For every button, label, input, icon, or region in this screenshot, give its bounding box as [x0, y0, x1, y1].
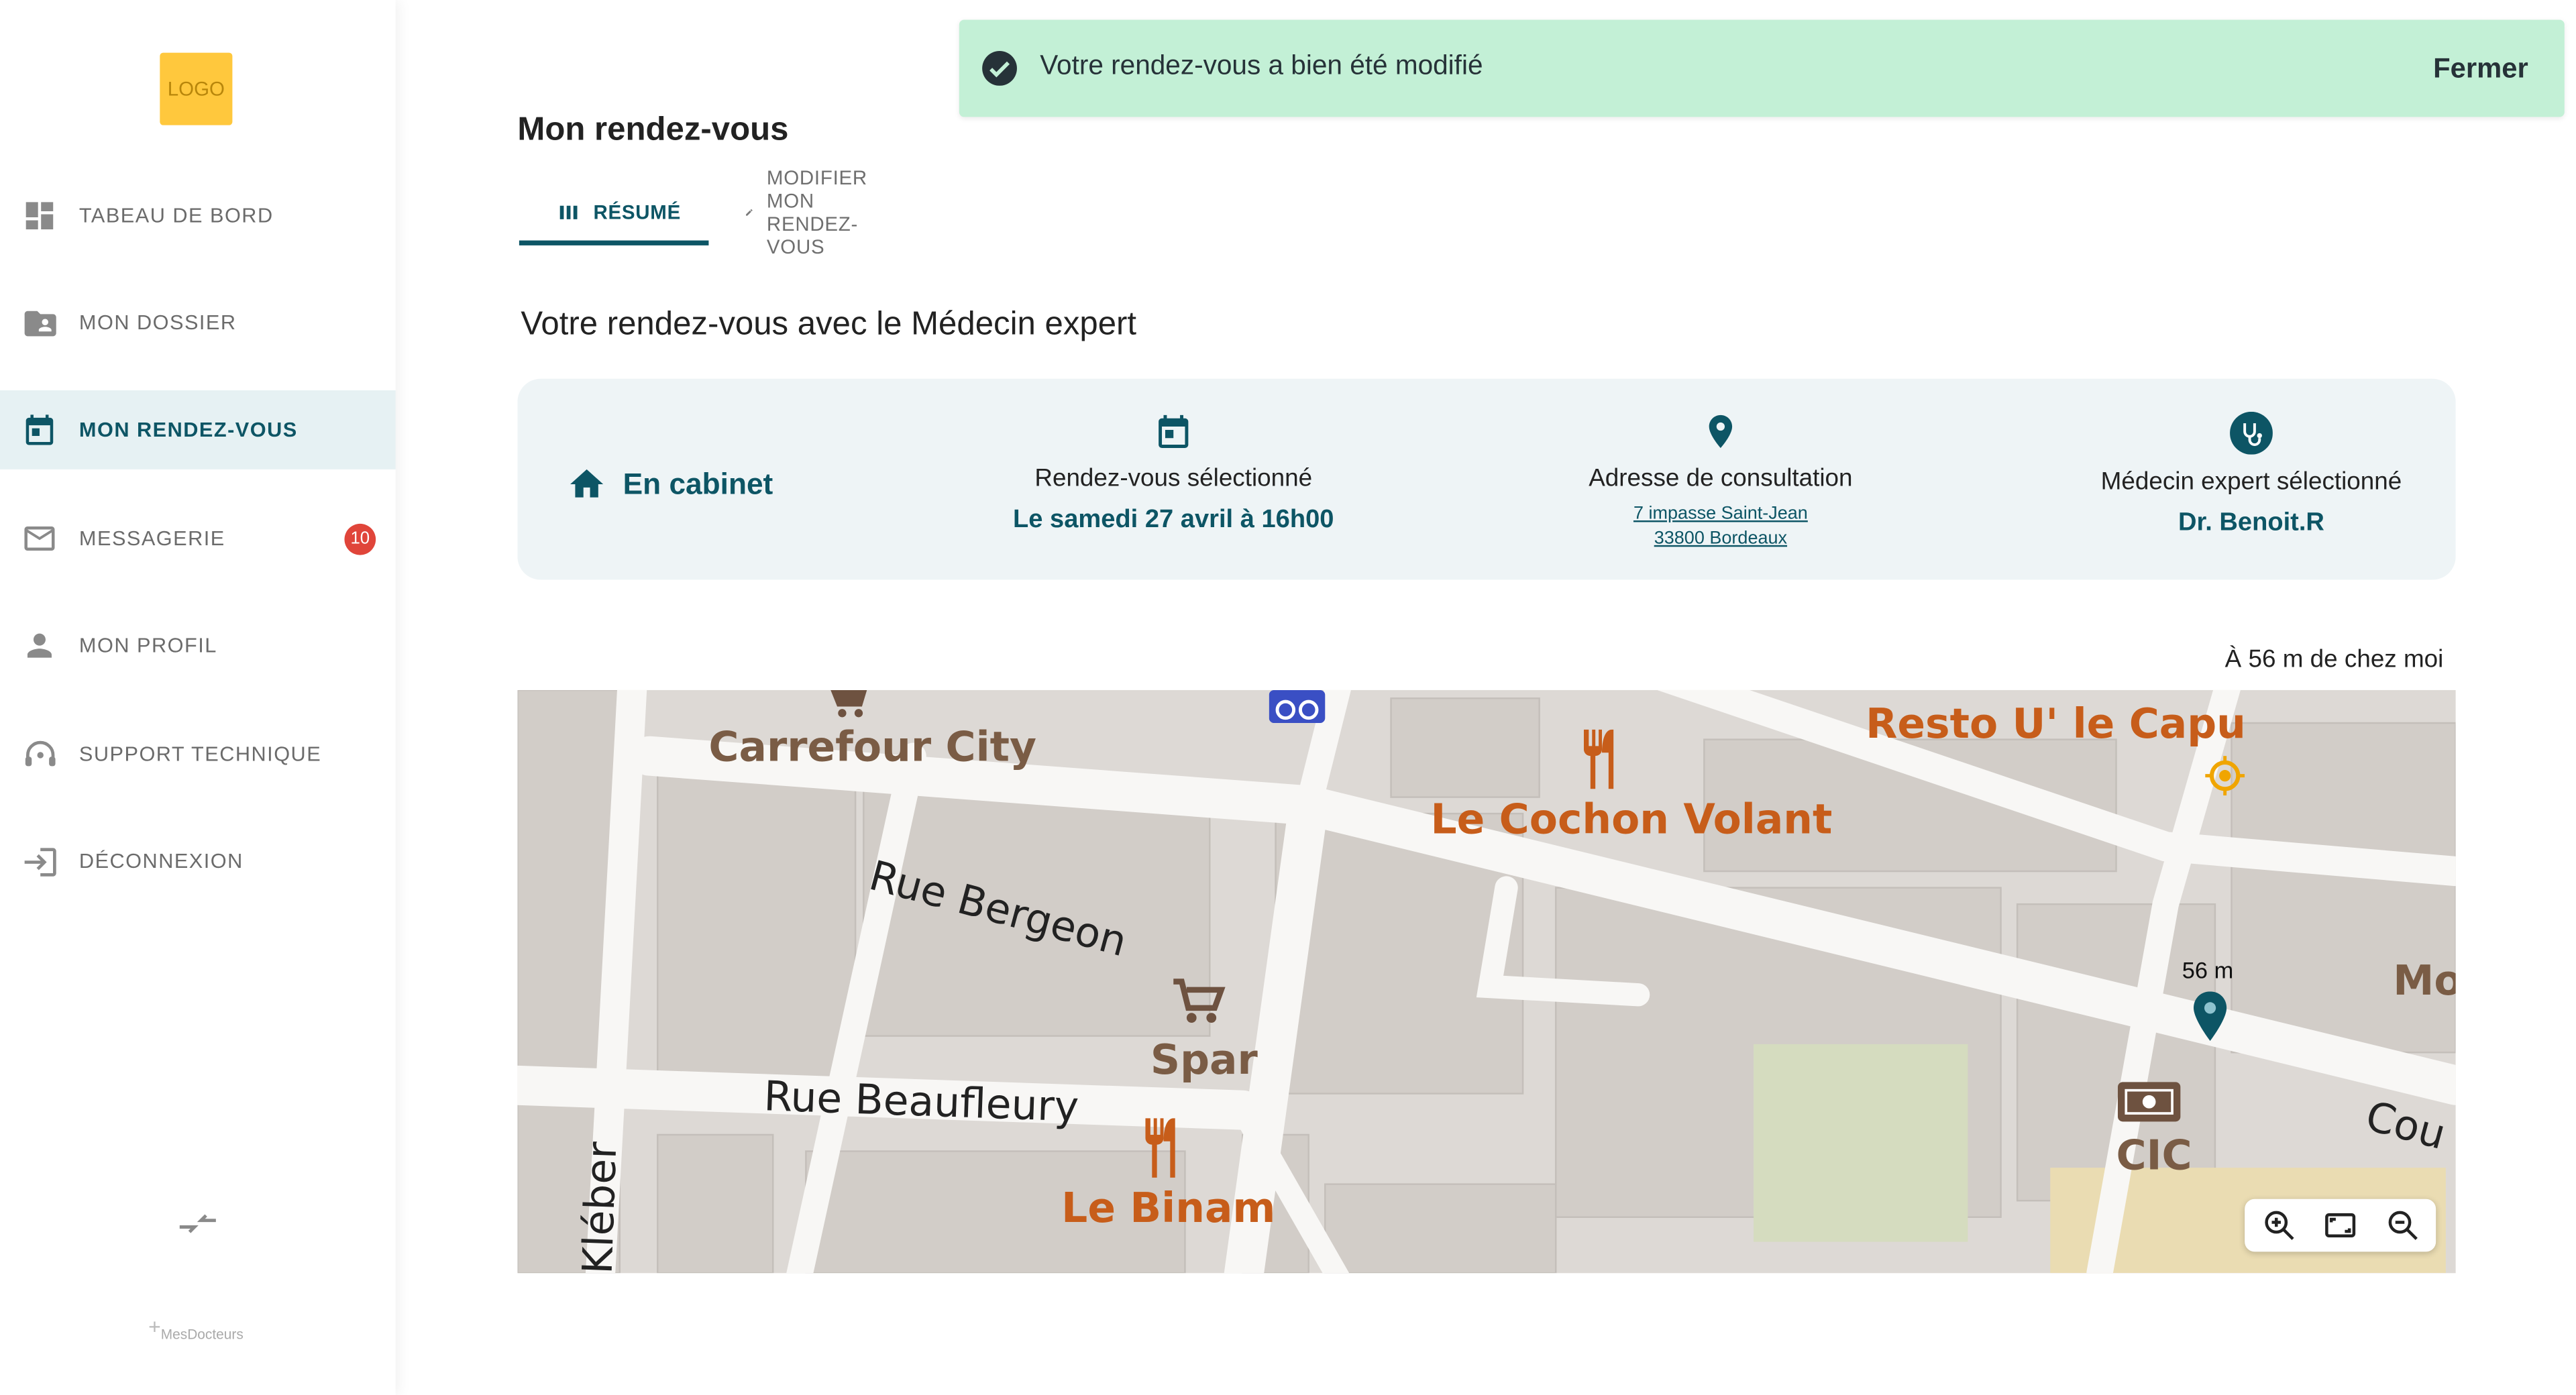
page-title: Mon rendez-vous	[517, 111, 789, 149]
home-icon	[570, 469, 604, 498]
appointment-summary-card: En cabinet Rendez-vous sélectionné Le sa…	[517, 378, 2456, 580]
sidebar-item-mon-rendez-vous[interactable]: MON RENDEZ-VOUS	[0, 390, 396, 469]
restaurant-icon	[1145, 1118, 1175, 1178]
toast-message: Votre rendez-vous a bien été modifié	[1040, 51, 1483, 81]
unread-count-badge: 10	[344, 522, 376, 555]
map-tiles	[517, 689, 2456, 1274]
logo[interactable]: LOGO	[160, 52, 233, 125]
sidebar-item-label: MON PROFIL	[78, 634, 217, 657]
tab-label: MODIFIER MON RENDEZ-VOUS	[766, 166, 867, 259]
address-line-2: 33800 Bordeaux	[1654, 528, 1788, 549]
sidebar-item-label: SUPPORT TECHNIQUE	[78, 742, 322, 766]
sidebar-item-label: MON DOSSIER	[78, 311, 237, 335]
tab-modifier[interactable]: MODIFIER MON RENDEZ-VOUS	[745, 166, 881, 259]
consultation-mode-label: En cabinet	[623, 467, 773, 500]
sidebar-item-label: DÉCONNEXION	[78, 850, 244, 873]
sidebar-item-messagerie[interactable]: MESSAGERIE 10	[0, 499, 396, 578]
doctor-label: Médecin expert sélectionné	[2100, 467, 2402, 496]
zoom-in-icon[interactable]	[2261, 1207, 2298, 1243]
appointment-info: Rendez-vous sélectionné Le samedi 27 avr…	[1012, 412, 1335, 535]
folder-shared-icon	[19, 303, 59, 343]
active-tab-indicator	[519, 240, 709, 245]
address-label: Adresse de consultation	[1589, 464, 1853, 493]
map-label-cic: CIC	[2116, 1131, 2192, 1180]
sidebar-item-mon-profil[interactable]: MON PROFIL	[0, 606, 396, 685]
sidebar-item-deconnexion[interactable]: DÉCONNEXION	[0, 822, 396, 901]
shopping-cart-icon	[830, 689, 867, 718]
sidebar-item-label: MESSAGERIE	[78, 526, 225, 551]
dashboard-icon	[19, 196, 59, 235]
sidebar-item-tableau-de-bord[interactable]: TABEAU DE BORD	[0, 176, 396, 256]
map-label-cochon: Le Cochon Volant	[1430, 795, 1833, 844]
map-label-mo: Mo	[2393, 956, 2456, 1005]
sidebar-item-support-technique[interactable]: SUPPORT TECHNIQUE	[0, 715, 396, 794]
zoom-out-icon[interactable]	[2385, 1207, 2421, 1243]
map-label-binam: Le Binam	[1061, 1184, 1276, 1232]
bicycle-station-icon	[1269, 689, 1326, 724]
map-label-kleber: Kléber	[573, 1141, 627, 1274]
pin-distance-label: 56 m	[2182, 956, 2234, 984]
calendar-icon	[19, 410, 59, 449]
address-link[interactable]: 7 impasse Saint-Jean 33800 Bordeaux	[1572, 502, 1869, 552]
sidebar: LOGO TABEAU DE BORD MON DOSSIER MON REND…	[0, 0, 396, 1395]
appointment-datetime: Le samedi 27 avril à 16h00	[1013, 505, 1334, 534]
collapse-sidebar-icon[interactable]	[176, 1204, 219, 1243]
check-circle-icon	[982, 51, 1017, 86]
view-column-icon	[559, 205, 578, 219]
address-info: Adresse de consultation 7 impasse Saint-…	[1572, 412, 1869, 552]
stethoscope-icon	[2230, 411, 2273, 455]
sidebar-item-mon-dossier[interactable]: MON DOSSIER	[0, 283, 396, 362]
tab-label: RÉSUMÉ	[593, 201, 682, 224]
appointment-label: Rendez-vous sélectionné	[1034, 464, 1313, 493]
section-title: Votre rendez-vous avec le Médecin expert	[521, 306, 1137, 343]
pencil-icon	[746, 209, 753, 216]
brand-logo: +MesDocteurs	[148, 1314, 244, 1343]
calendar-icon	[1159, 414, 1189, 448]
map-zoom-controls	[2245, 1198, 2436, 1252]
tab-resume[interactable]: RÉSUMÉ	[557, 178, 681, 247]
map-label-resto: Resto U' le Capu	[1866, 700, 2246, 748]
sidebar-item-label: MON RENDEZ-VOUS	[78, 418, 298, 442]
doctor-info: Médecin expert sélectionné Dr. Benoit.R	[2096, 411, 2406, 539]
location-pin-icon	[1709, 414, 1733, 448]
toast-close-button[interactable]: Fermer	[2433, 53, 2528, 86]
map-pin-icon	[2194, 991, 2227, 1042]
map[interactable]: Carrefour City Le Cochon Volant Resto U'…	[517, 689, 2456, 1274]
shopping-cart-icon	[1173, 979, 1226, 1023]
map-label-spar: Spar	[1150, 1036, 1258, 1084]
success-toast: Votre rendez-vous a bien été modifié Fer…	[959, 19, 2565, 117]
distance-text: À 56 m de chez moi	[2224, 645, 2444, 674]
person-icon	[19, 626, 59, 665]
target-icon	[2205, 756, 2245, 796]
map-label-carrefour: Carrefour City	[708, 723, 1037, 771]
restaurant-icon	[1583, 729, 1614, 789]
logout-icon	[19, 842, 59, 881]
address-line-1: 7 impasse Saint-Jean	[1633, 504, 1808, 524]
sidebar-item-label: TABEAU DE BORD	[78, 204, 274, 227]
support-icon	[19, 734, 59, 774]
bank-icon	[2117, 1082, 2181, 1122]
fit-bounds-icon[interactable]	[2322, 1207, 2359, 1243]
doctor-name: Dr. Benoit.R	[2178, 508, 2324, 537]
mail-icon	[19, 519, 59, 559]
consultation-mode: En cabinet	[567, 465, 773, 504]
